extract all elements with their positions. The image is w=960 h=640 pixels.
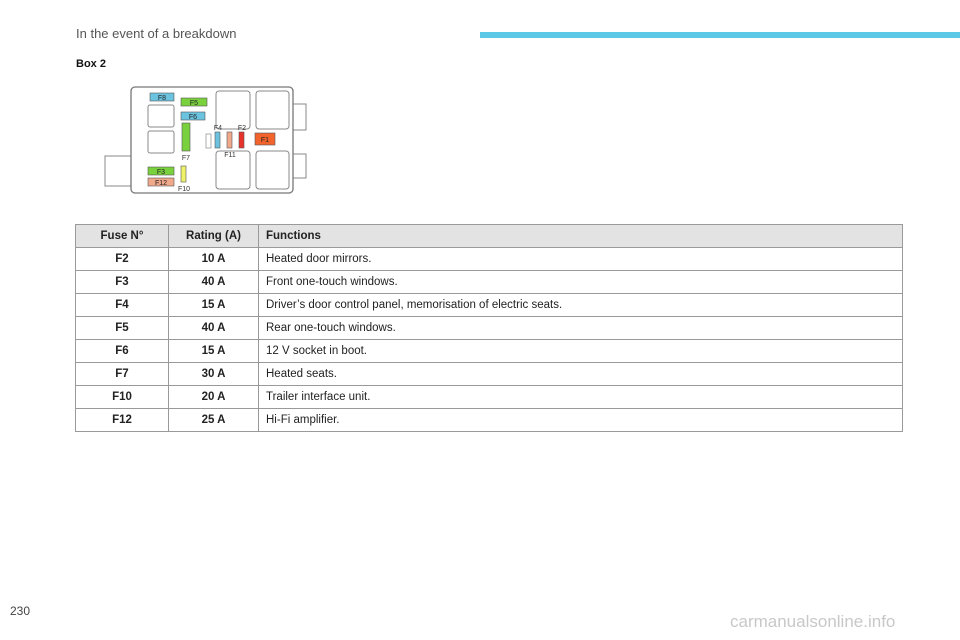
fuse-label-f5: F5 <box>190 100 198 107</box>
fuse-label-f7: F7 <box>182 155 190 162</box>
fuse-function: Rear one-touch windows. <box>258 316 903 340</box>
header-title: In the event of a breakdown <box>76 26 237 41</box>
table-row: F7 30 A Heated seats. <box>75 362 903 386</box>
relay-socket <box>147 130 175 154</box>
fuse-rating: 25 A <box>168 408 259 432</box>
fuse-label-f4: F4 <box>214 125 222 132</box>
fuse-f2 <box>238 131 245 149</box>
fuse-rating: 15 A <box>168 339 259 363</box>
fuse-rating: 10 A <box>168 247 259 271</box>
empty-slot <box>205 133 212 149</box>
fuse-number: F5 <box>75 316 169 340</box>
fuse-rating: 40 A <box>168 316 259 340</box>
table-row: F3 40 A Front one-touch windows. <box>75 270 903 294</box>
fuse-rating: 30 A <box>168 362 259 386</box>
fuse-label-f12: F12 <box>155 180 167 187</box>
right-connector-top <box>291 103 307 131</box>
fuse-table: Fuse N° Rating (A) Functions F2 10 A Hea… <box>75 224 903 432</box>
table-header-row: Fuse N° Rating (A) Functions <box>75 224 903 248</box>
table-row: F4 15 A Driver’s door control panel, mem… <box>75 293 903 317</box>
fuse-function: Heated door mirrors. <box>258 247 903 271</box>
fuse-f7 <box>181 122 191 152</box>
fuse-label-f8: F8 <box>158 95 166 102</box>
table-row: F5 40 A Rear one-touch windows. <box>75 316 903 340</box>
fuse-number: F10 <box>75 385 169 409</box>
table-row: F6 15 A 12 V socket in boot. <box>75 339 903 363</box>
fuse-rating: 20 A <box>168 385 259 409</box>
fuse-box-diagram: F8 F5 F6 F7 F4 F2 F11 F1 F3 F12 F10 <box>104 86 307 194</box>
fuse-number: F12 <box>75 408 169 432</box>
fuse-number: F2 <box>75 247 169 271</box>
fuse-number: F6 <box>75 339 169 363</box>
left-connector <box>104 155 132 187</box>
fuse-number: F3 <box>75 270 169 294</box>
fuse-f11 <box>226 131 233 149</box>
table-row: F10 20 A Trailer interface unit. <box>75 385 903 409</box>
fuse-number: F7 <box>75 362 169 386</box>
relay-socket <box>255 90 290 130</box>
fuse-function: Heated seats. <box>258 362 903 386</box>
relay-socket <box>255 150 290 190</box>
fuse-function: 12 V socket in boot. <box>258 339 903 363</box>
column-header-rating: Rating (A) <box>168 224 259 248</box>
table-row: F2 10 A Heated door mirrors. <box>75 247 903 271</box>
fuse-rating: 15 A <box>168 293 259 317</box>
fuse-label-f1: F1 <box>261 137 269 144</box>
fuse-f4 <box>214 131 221 149</box>
fuse-function: Front one-touch windows. <box>258 270 903 294</box>
fuse-label-f10: F10 <box>178 186 190 193</box>
relay-socket <box>147 104 175 128</box>
column-header-fuse: Fuse N° <box>75 224 169 248</box>
fuse-function: Driver’s door control panel, memorisatio… <box>258 293 903 317</box>
watermark: carmanualsonline.info <box>730 612 896 631</box>
relay-socket <box>215 90 251 130</box>
page-number: 230 <box>10 604 31 618</box>
fuse-label-f3: F3 <box>157 169 165 176</box>
header-accent-bar <box>480 32 960 38</box>
fuse-function: Hi-Fi amplifier. <box>258 408 903 432</box>
fuse-rating: 40 A <box>168 270 259 294</box>
fuse-label-f2: F2 <box>238 125 246 132</box>
table-row: F12 25 A Hi-Fi amplifier. <box>75 408 903 432</box>
fuse-number: F4 <box>75 293 169 317</box>
column-header-functions: Functions <box>258 224 903 248</box>
right-connector-bottom <box>291 153 307 179</box>
fuse-f10 <box>180 165 187 183</box>
fuse-function: Trailer interface unit. <box>258 385 903 409</box>
fuse-label-f6: F6 <box>189 114 197 121</box>
box-label: Box 2 <box>76 58 106 70</box>
fuse-label-f11: F11 <box>224 152 236 159</box>
